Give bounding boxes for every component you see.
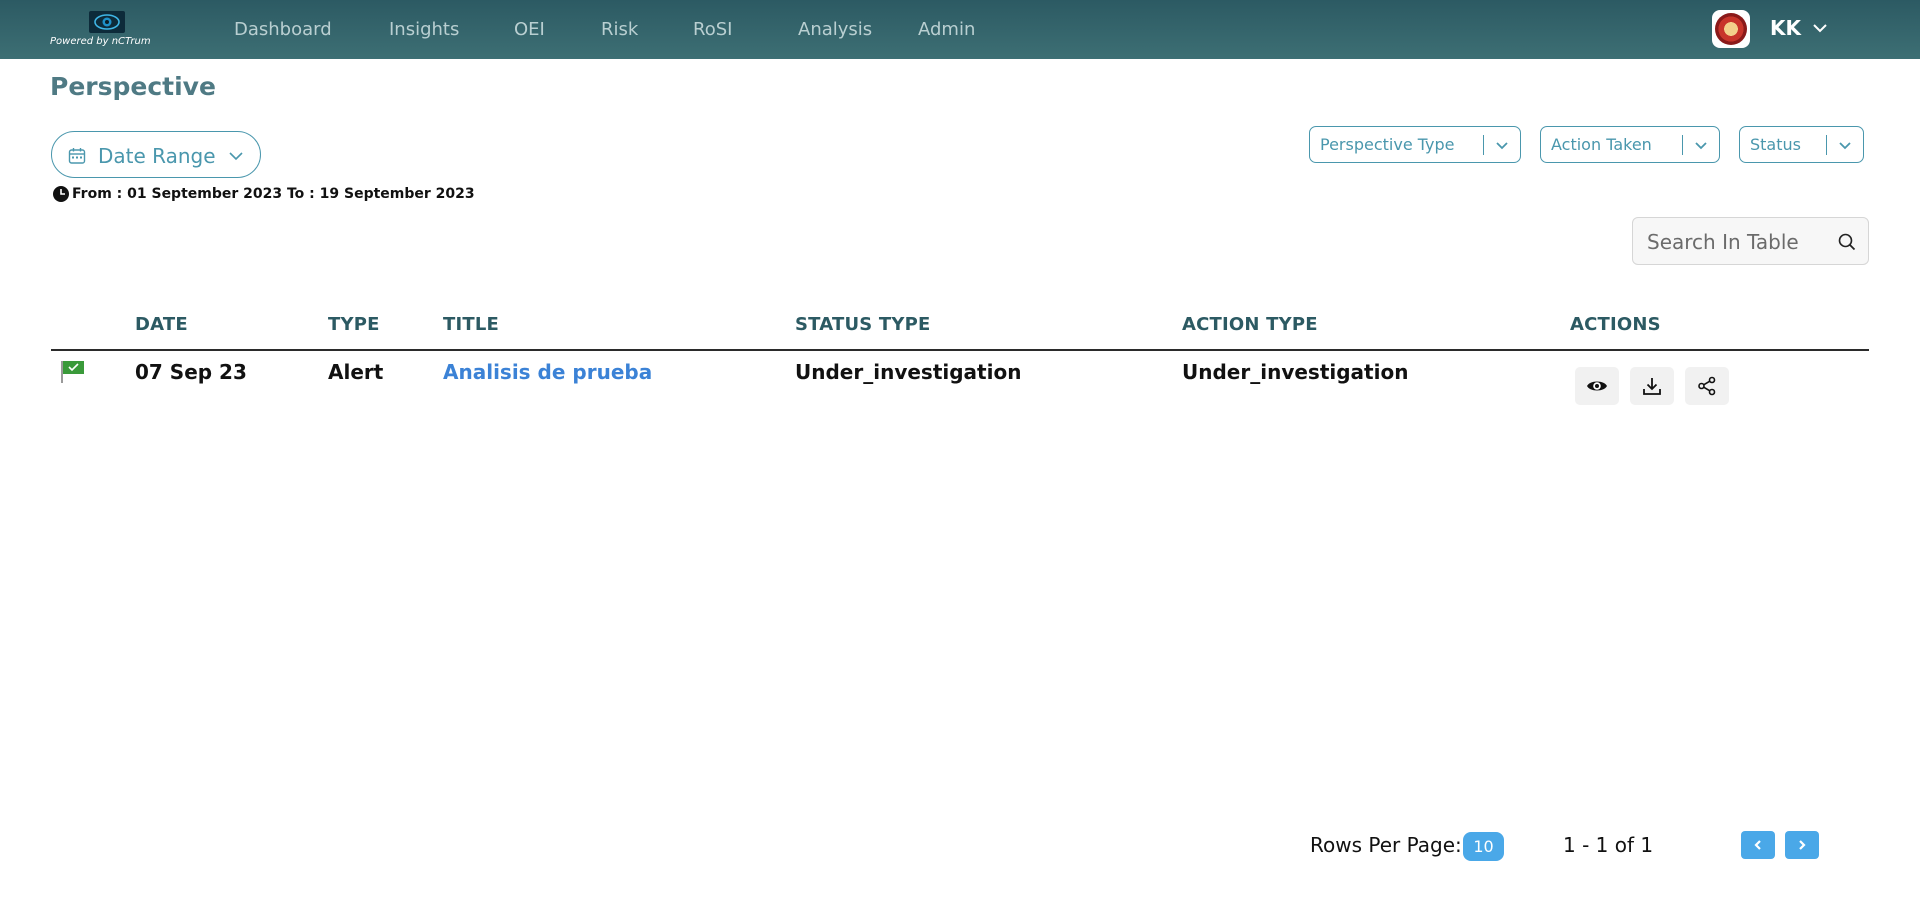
filter-label: Perspective Type <box>1320 135 1455 154</box>
share-icon <box>1698 376 1716 396</box>
next-page-button[interactable] <box>1785 831 1819 859</box>
chevron-down-icon <box>229 152 243 161</box>
chevron-right-icon <box>1799 840 1806 850</box>
chevron-down-icon <box>1496 142 1508 150</box>
eye-logo-icon <box>89 11 125 33</box>
download-button[interactable] <box>1630 367 1674 405</box>
table-row: 07 Sep 23 Alert Analisis de prueba Under… <box>51 351 1869 411</box>
column-header-title[interactable]: TITLE <box>443 314 499 335</box>
nav-analysis[interactable]: Analysis <box>798 19 872 40</box>
pagination-range: 1 - 1 of 1 <box>1563 833 1654 857</box>
date-range-button[interactable]: Date Range <box>51 131 261 178</box>
date-range-label: Date Range <box>98 144 216 168</box>
date-range-info: From : 01 September 2023 To : 19 Septemb… <box>52 185 475 203</box>
search-input[interactable] <box>1647 228 1837 256</box>
table-search <box>1632 217 1869 265</box>
column-header-action-type[interactable]: ACTION TYPE <box>1182 314 1318 335</box>
nav-dashboard[interactable]: Dashboard <box>234 19 332 40</box>
rows-per-page-label: Rows Per Page: <box>1310 833 1462 857</box>
top-navigation-bar: Powered by nCTrum Dashboard Insights OEI… <box>0 0 1920 59</box>
chevron-down-icon <box>1839 142 1851 150</box>
flag-icon <box>61 361 84 383</box>
filter-label: Action Taken <box>1551 135 1652 154</box>
chevron-down-icon[interactable] <box>1812 20 1828 36</box>
user-avatar[interactable] <box>1712 10 1750 48</box>
clock-icon <box>53 186 69 202</box>
status-filter[interactable]: Status <box>1739 126 1864 163</box>
download-icon <box>1643 378 1661 395</box>
filter-label: Status <box>1750 135 1801 154</box>
user-initials[interactable]: KK <box>1770 16 1801 40</box>
filter-separator <box>1682 135 1683 155</box>
column-header-actions: ACTIONS <box>1570 314 1661 335</box>
nav-risk[interactable]: Risk <box>601 19 638 40</box>
chevron-down-icon <box>1695 142 1707 150</box>
perspective-type-filter[interactable]: Perspective Type <box>1309 126 1521 163</box>
cell-date: 07 Sep 23 <box>135 360 247 384</box>
view-button[interactable] <box>1575 367 1619 405</box>
date-range-text: From : 01 September 2023 To : 19 Septemb… <box>72 186 475 202</box>
nav-admin[interactable]: Admin <box>918 19 975 40</box>
table-header: DATE TYPE TITLE STATUS TYPE ACTION TYPE … <box>51 307 1869 351</box>
action-taken-filter[interactable]: Action Taken <box>1540 126 1720 163</box>
filter-separator <box>1826 135 1827 155</box>
column-header-type[interactable]: TYPE <box>328 314 380 335</box>
column-header-status-type[interactable]: STATUS TYPE <box>795 314 931 335</box>
search-icon[interactable] <box>1838 233 1856 251</box>
cell-status-type: Under_investigation <box>795 360 1022 384</box>
share-button[interactable] <box>1685 367 1729 405</box>
brand-logo[interactable]: Powered by nCTrum <box>48 8 163 50</box>
cell-title-link[interactable]: Analisis de prueba <box>443 360 652 384</box>
filter-separator <box>1483 135 1484 155</box>
powered-by-text: Powered by nCTrum <box>50 36 151 47</box>
organization-seal-icon <box>1715 13 1747 45</box>
chevron-left-icon <box>1754 840 1761 850</box>
previous-page-button[interactable] <box>1741 831 1775 859</box>
page-title: Perspective <box>50 72 216 101</box>
cell-type: Alert <box>328 360 384 384</box>
nav-oei[interactable]: OEI <box>514 19 545 40</box>
cell-action-type: Under_investigation <box>1182 360 1409 384</box>
column-header-date[interactable]: DATE <box>135 314 188 335</box>
eye-icon <box>1587 381 1607 391</box>
nav-rosi[interactable]: RoSI <box>693 19 732 40</box>
calendar-icon <box>68 148 86 164</box>
nav-insights[interactable]: Insights <box>389 19 459 40</box>
rows-per-page-select[interactable]: 10 <box>1463 832 1504 861</box>
